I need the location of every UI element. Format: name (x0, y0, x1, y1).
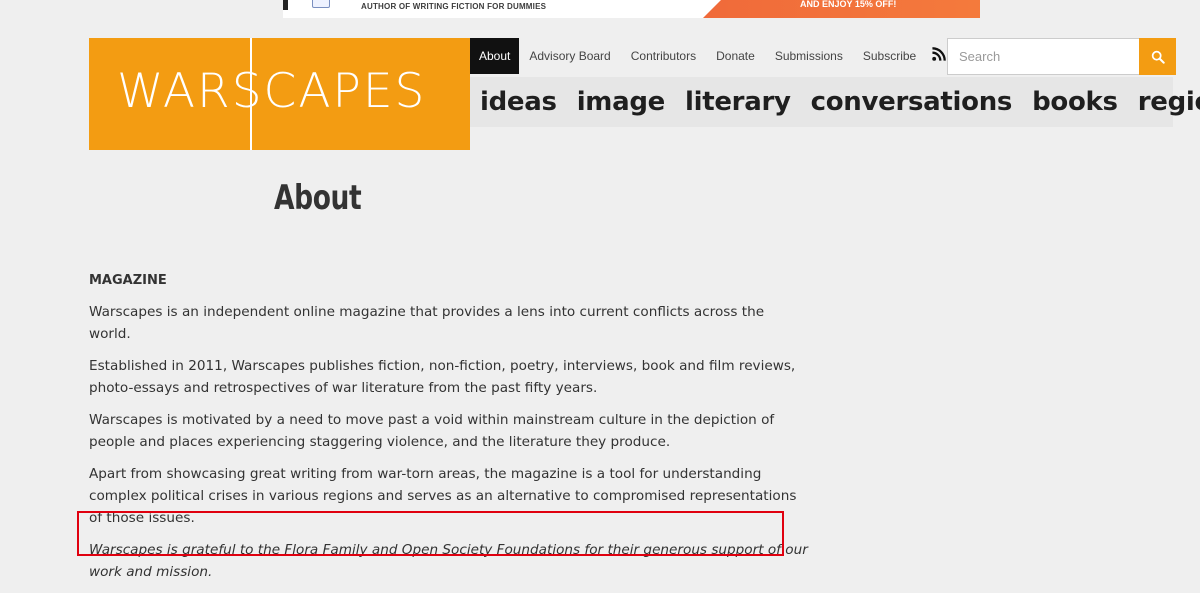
nav-donate[interactable]: Donate (706, 38, 765, 74)
ad-cta-text: AND ENJOY 15% OFF! (800, 0, 897, 9)
category-literary[interactable]: literary (685, 87, 791, 117)
book-cover-image (283, 0, 288, 10)
logo-text: WARSCAPES (117, 64, 427, 119)
paragraph: Warscapes is motivated by a need to move… (89, 412, 775, 450)
nav-submissions[interactable]: Submissions (765, 38, 853, 74)
paragraph: Apart from showcasing great writing from… (89, 466, 797, 526)
category-ideas[interactable]: ideas (480, 87, 557, 117)
nav-subscribe[interactable]: Subscribe (853, 38, 926, 74)
logo-divider (250, 38, 252, 150)
category-conversations[interactable]: conversations (811, 87, 1013, 117)
rss-icon[interactable] (932, 47, 947, 61)
ad-text: AUTHOR OF WRITING FICTION FOR DUMMIES (361, 2, 547, 11)
book-icon (312, 0, 330, 8)
search-input[interactable] (947, 38, 1139, 75)
top-nav: About Advisory Board Contributors Donate… (470, 38, 947, 74)
page-title: About (274, 178, 362, 218)
about-content: MAGAZINE Warscapes is an independent onl… (89, 271, 809, 593)
category-region[interactable]: region (1138, 87, 1200, 117)
ad-cta[interactable]: AND ENJOY 15% OFF! (703, 0, 980, 18)
category-nav: ideas image literary conversations books… (470, 77, 1200, 127)
category-books[interactable]: books (1032, 87, 1118, 117)
section-heading: MAGAZINE (89, 273, 167, 288)
nav-contributors[interactable]: Contributors (621, 38, 706, 74)
search-button[interactable] (1139, 38, 1176, 75)
acknowledgement-paragraph: Warscapes is grateful to the Flora Famil… (89, 542, 808, 580)
ad-banner[interactable]: AUTHOR OF WRITING FICTION FOR DUMMIES AN… (283, 0, 980, 18)
category-image[interactable]: image (577, 87, 666, 117)
nav-about[interactable]: About (470, 38, 520, 74)
site-logo[interactable]: WARSCAPES (89, 38, 470, 150)
paragraph: Warscapes is an independent online magaz… (89, 304, 765, 342)
paragraph: Established in 2011, Warscapes publishes… (89, 358, 796, 396)
nav-advisory-board[interactable]: Advisory Board (519, 38, 620, 74)
search-icon (1151, 50, 1165, 64)
search-box (947, 38, 1176, 75)
